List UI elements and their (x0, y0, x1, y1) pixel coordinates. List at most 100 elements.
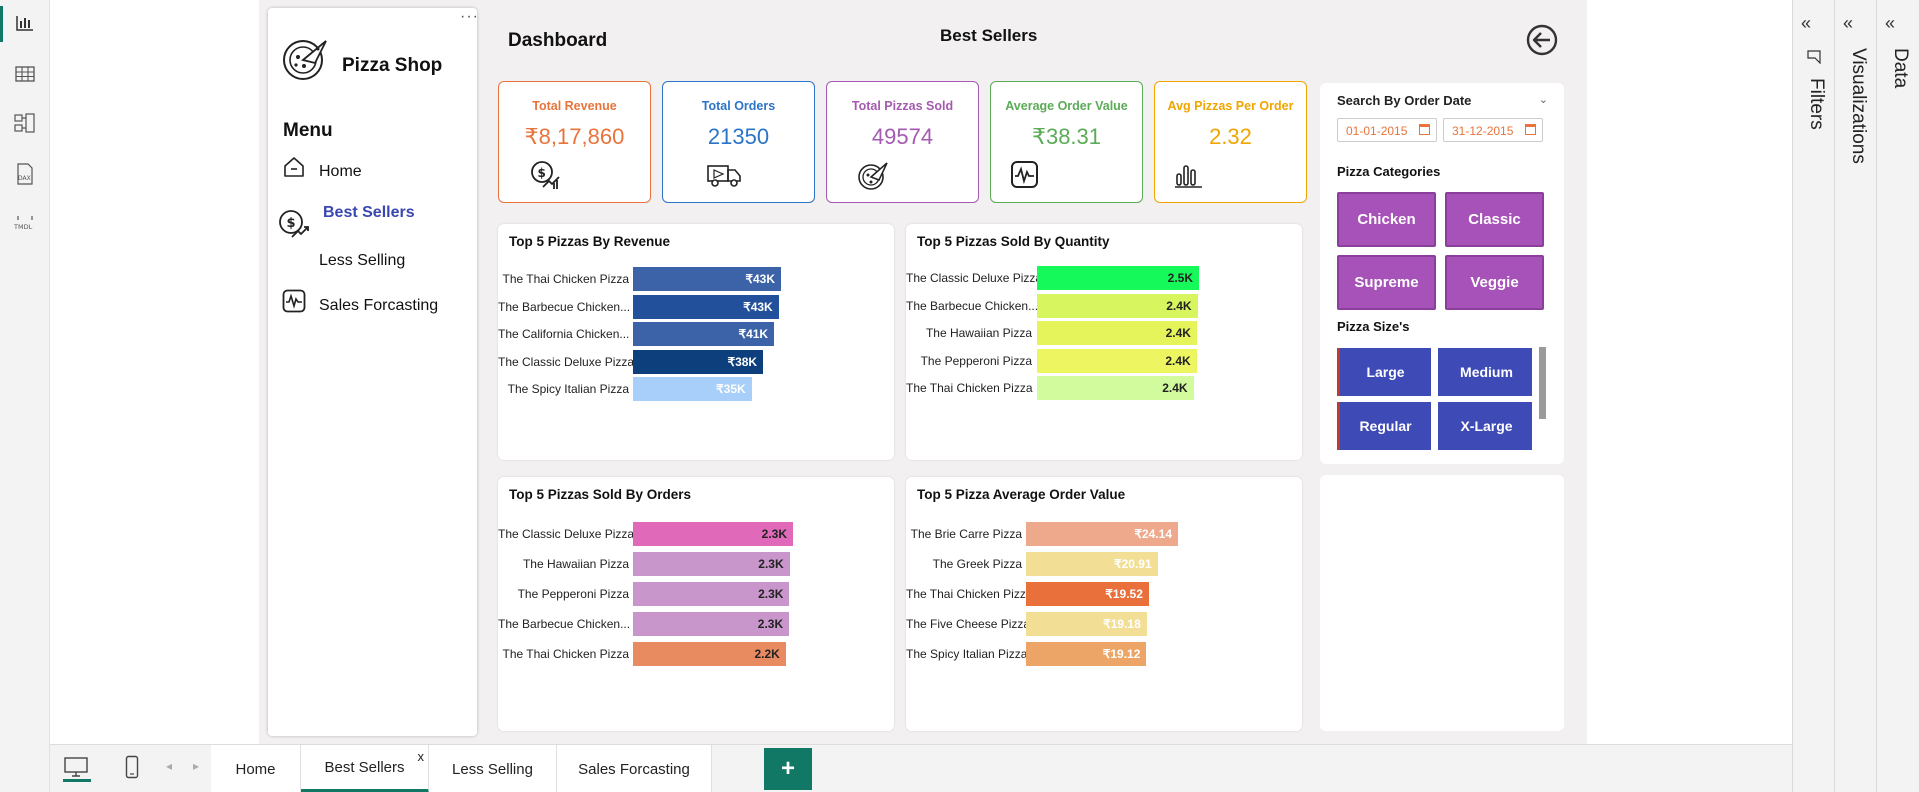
category-classic-button[interactable]: Classic (1445, 192, 1544, 247)
dax-query-icon[interactable]: DAX (12, 161, 38, 187)
mobile-view-icon[interactable] (125, 755, 139, 784)
bar[interactable]: ₹38K (633, 349, 764, 374)
collapse-chevron-icon[interactable]: « (1885, 13, 1895, 34)
calendar-icon[interactable] (1525, 124, 1536, 135)
kpi-total-pizzas-sold: Total Pizzas Sold 49574 (826, 81, 979, 203)
size-medium-button[interactable]: Medium (1438, 348, 1532, 396)
bar[interactable]: 2.3K (633, 552, 790, 576)
kpi-label: Total Revenue (532, 99, 617, 113)
chart-top5-quantity: Top 5 Pizzas Sold By Quantity The Classi… (906, 224, 1302, 460)
categories-title: Pizza Categories (1337, 164, 1441, 179)
svg-text:$: $ (287, 216, 296, 231)
size-large-button[interactable]: Large (1337, 348, 1431, 396)
bar[interactable]: ₹19.18 (1026, 612, 1147, 636)
desktop-view-icon[interactable] (63, 756, 91, 782)
bar-category-label: The Spicy Italian Pizza (507, 382, 629, 396)
bar-data-label: ₹19.18 (1103, 617, 1141, 631)
scroll-left-icon[interactable]: ◂ (166, 759, 172, 773)
svg-text:$: $ (538, 166, 546, 180)
calendar-icon[interactable] (1419, 124, 1430, 135)
pulse-chart-icon (282, 289, 306, 313)
size-regular-button[interactable]: Regular (1337, 402, 1431, 450)
bar-category-label: The Greek Pizza (932, 557, 1022, 571)
kpi-value: ₹38.31 (1031, 124, 1102, 149)
size-xlarge-button[interactable]: X-Large (1438, 402, 1532, 450)
bar[interactable]: 2.4K (1037, 293, 1198, 318)
chevron-down-icon[interactable]: ⌄ (1539, 93, 1548, 106)
tab-less-selling[interactable]: Less Selling (429, 745, 557, 792)
nav-home[interactable]: Home (319, 163, 362, 181)
bar[interactable]: ₹19.12 (1026, 642, 1147, 666)
bar-category-label: The Barbecue Chicken... (498, 617, 631, 631)
nav-less-selling[interactable]: Less Selling (319, 252, 405, 270)
tab-home[interactable]: Home (211, 745, 301, 792)
bar-data-label: ₹43K (745, 272, 775, 286)
bar-data-label: ₹35K (716, 382, 746, 396)
scroll-right-icon[interactable]: ▸ (193, 759, 199, 773)
table-view-icon[interactable] (12, 61, 38, 87)
bar-category-label: The Five Cheese Pizza (906, 617, 1031, 631)
bar[interactable]: 2.4K (1037, 348, 1197, 373)
add-page-button[interactable]: + (764, 748, 812, 790)
bar-category-label: The Spicy Italian Pizza (906, 647, 1028, 661)
chart-title: Top 5 Pizzas Sold By Quantity (917, 234, 1110, 249)
kpi-label: Avg Pizzas Per Order (1167, 99, 1294, 113)
category-chicken-button[interactable]: Chicken (1337, 192, 1436, 247)
bar[interactable]: 2.2K (633, 642, 786, 666)
visualizations-pane[interactable]: « Visualizations (1834, 0, 1876, 792)
chart-top5-orders: Top 5 Pizzas Sold By Orders The Classic … (498, 477, 894, 731)
bar[interactable]: 2.4K (1037, 376, 1194, 400)
category-veggie-button[interactable]: Veggie (1445, 255, 1544, 310)
bar[interactable]: 2.5K (1037, 266, 1199, 290)
data-pane[interactable]: « Data (1876, 0, 1919, 792)
bar[interactable]: ₹19.52 (1026, 582, 1149, 606)
navigation-panel: Pizza Shop Menu Home $ Best Sellers Less… (268, 8, 477, 736)
revenue-icon: $ (530, 160, 562, 190)
kpi-label: Total Orders (701, 99, 776, 113)
bar-data-label: ₹41K (738, 327, 769, 341)
category-supreme-button[interactable]: Supreme (1337, 255, 1436, 310)
bar-category-label: The Classic Deluxe Pizza (498, 527, 635, 541)
bar[interactable]: ₹43K (633, 294, 779, 319)
bar-data-label: 2.4K (1166, 298, 1192, 313)
close-tab-icon[interactable]: x (418, 749, 425, 764)
model-view-icon[interactable] (12, 110, 38, 136)
kpi-total-orders: Total Orders 21350 (662, 81, 815, 203)
slicer-scrollbar[interactable] (1539, 347, 1546, 419)
bar[interactable]: 2.4K (1037, 321, 1197, 345)
bar-data-label: ₹20.91 (1113, 557, 1152, 571)
more-options-icon[interactable]: ··· (460, 8, 479, 26)
bar-category-label: The Hawaiian Pizza (925, 326, 1032, 340)
tab-sales-forecasting[interactable]: Sales Forcasting (557, 745, 712, 792)
bar[interactable]: ₹24.14 (1026, 522, 1178, 546)
back-arrow-icon[interactable] (1526, 24, 1558, 56)
tab-label: Less Selling (452, 760, 533, 778)
chart-title: Top 5 Pizza Average Order Value (917, 487, 1126, 502)
bar[interactable]: ₹43K (633, 267, 781, 291)
chart-top5-revenue: Top 5 Pizzas By Revenue The Thai Chicken… (498, 224, 894, 460)
bar-category-label: The Hawaiian Pizza (522, 557, 629, 571)
report-view-icon[interactable] (12, 10, 38, 36)
bar[interactable]: 2.3K (633, 612, 790, 636)
nav-best-sellers[interactable]: Best Sellers (323, 204, 415, 222)
kpi-value: 49574 (871, 124, 934, 149)
end-date-input[interactable]: 31-12-2015 (1443, 118, 1543, 142)
app-logo-text: Pizza Shop (342, 55, 443, 76)
bar-category-label: The Classic Deluxe Pizza (498, 354, 635, 369)
collapse-chevron-icon[interactable]: « (1801, 13, 1811, 34)
tab-best-sellers[interactable]: Best Sellers x (301, 745, 429, 792)
bar-category-label: The Pepperoni Pizza (920, 353, 1032, 368)
data-pane-label: Data (1890, 48, 1911, 89)
revenue-growth-icon: $ (278, 209, 310, 241)
bar[interactable]: 2.3K (633, 582, 790, 606)
bar-data-label: 2.4K (1165, 353, 1191, 368)
bar[interactable]: 2.3K (633, 522, 793, 546)
bar[interactable]: ₹41K (633, 322, 775, 346)
start-date-input[interactable]: 01-01-2015 (1337, 118, 1437, 142)
nav-sales-forecasting[interactable]: Sales Forcasting (319, 297, 438, 315)
bar[interactable]: ₹20.91 (1026, 552, 1158, 576)
tmdl-view-icon[interactable]: TMDL (12, 211, 38, 237)
filters-pane[interactable]: « Filters (1792, 0, 1834, 792)
collapse-chevron-icon[interactable]: « (1843, 13, 1853, 34)
bar[interactable]: ₹35K (633, 377, 752, 401)
